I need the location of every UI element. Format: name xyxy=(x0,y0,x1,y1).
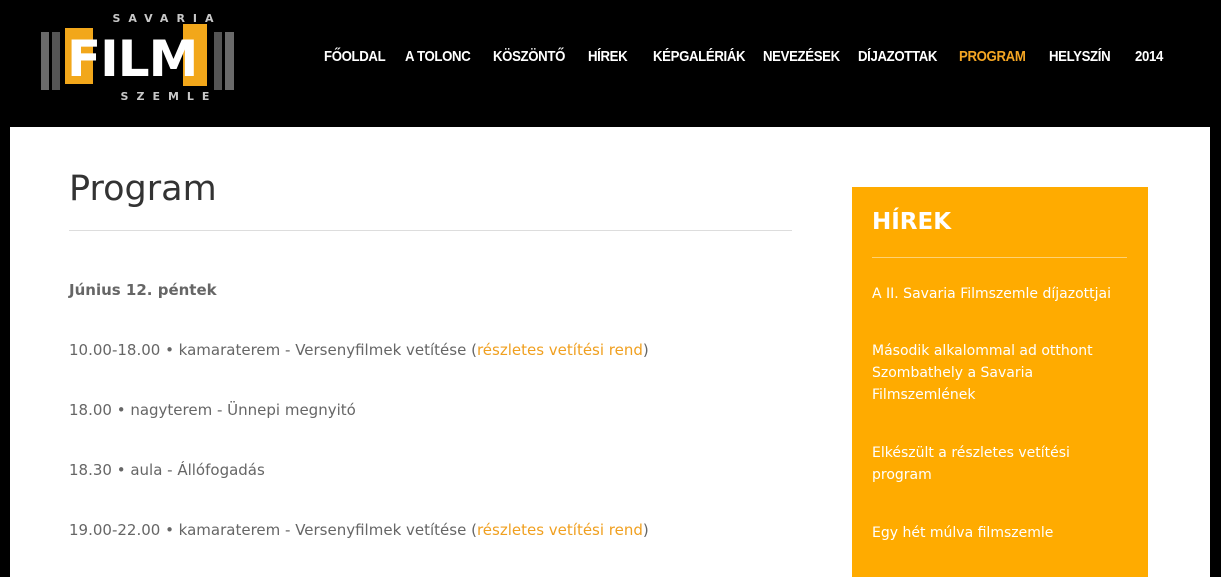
program-entry-text: 10.00-18.00 • kamaraterem - Versenyfilme… xyxy=(69,341,477,359)
program-entry: 18.00 • nagyterem - Ünnepi megnyitó xyxy=(69,401,356,419)
nav-item-2014[interactable]: 2014 xyxy=(1135,48,1163,65)
logo-main-word: FILM xyxy=(67,30,198,88)
nav-item-program[interactable]: PROGRAM xyxy=(959,48,1026,65)
nav-item-fooldal[interactable]: FŐOLDAL xyxy=(324,48,386,65)
program-entry-text: 19.00-22.00 • kamaraterem - Versenyfilme… xyxy=(69,521,477,539)
news-link[interactable]: Elkészült a részletes vetítési program xyxy=(872,442,1112,486)
site-logo[interactable]: SAVARIA FILM SZEMLE xyxy=(41,12,237,104)
program-entry-suffix: ) xyxy=(642,341,649,359)
main-content: Program Június 12. péntek 10.00-18.00 • … xyxy=(10,127,1210,577)
program-entry: 18.30 • aula - Állófogadás xyxy=(69,461,265,479)
logo-bottom-word: SZEMLE xyxy=(120,90,218,103)
sidebar-title: HÍREK xyxy=(872,209,952,235)
site-header: SAVARIA FILM SZEMLE FŐOLDAL A TOLONC KÖS… xyxy=(0,0,1221,127)
screening-schedule-link[interactable]: részletes vetítési rend xyxy=(477,341,643,359)
news-link[interactable]: Második alkalommal ad otthont Szombathel… xyxy=(872,340,1112,406)
nav-item-koszonto[interactable]: KÖSZÖNTŐ xyxy=(493,48,565,65)
program-entry-text: 18.00 • nagyterem - Ünnepi megnyitó xyxy=(69,401,356,419)
program-day-heading: Június 12. péntek xyxy=(69,281,217,299)
logo-top-word: SAVARIA xyxy=(112,12,222,25)
nav-item-nevezesek[interactable]: NEVEZÉSEK xyxy=(763,48,840,65)
nav-item-helyszin[interactable]: HELYSZÍN xyxy=(1049,48,1111,65)
screening-schedule-link[interactable]: részletes vetítési rend xyxy=(477,521,643,539)
title-divider xyxy=(69,230,792,231)
sidebar-divider xyxy=(872,257,1127,258)
nav-item-a-tolonc[interactable]: A TOLONC xyxy=(405,48,471,65)
nav-item-dijazottak[interactable]: DÍJAZOTTAK xyxy=(858,48,937,65)
program-entry: 10.00-18.00 • kamaraterem - Versenyfilme… xyxy=(69,341,649,359)
news-sidebar: HÍREK A II. Savaria Filmszemle díjazottj… xyxy=(852,187,1148,577)
logo-film-strip xyxy=(214,32,222,90)
news-link[interactable]: Egy hét múlva filmszemle xyxy=(872,522,1112,544)
page-title: Program xyxy=(69,169,217,209)
news-link[interactable]: A II. Savaria Filmszemle díjazottjai xyxy=(872,283,1112,305)
logo-film-strip xyxy=(41,32,49,90)
program-entry-suffix: ) xyxy=(642,521,649,539)
program-entry-text: 18.30 • aula - Állófogadás xyxy=(69,461,265,479)
program-entry: 19.00-22.00 • kamaraterem - Versenyfilme… xyxy=(69,521,649,539)
nav-item-kepgaleriak[interactable]: KÉPGALÉRIÁK xyxy=(653,48,746,65)
logo-film-strip xyxy=(52,32,60,90)
logo-film-strip xyxy=(225,32,234,90)
nav-item-hirek[interactable]: HÍREK xyxy=(588,48,628,65)
